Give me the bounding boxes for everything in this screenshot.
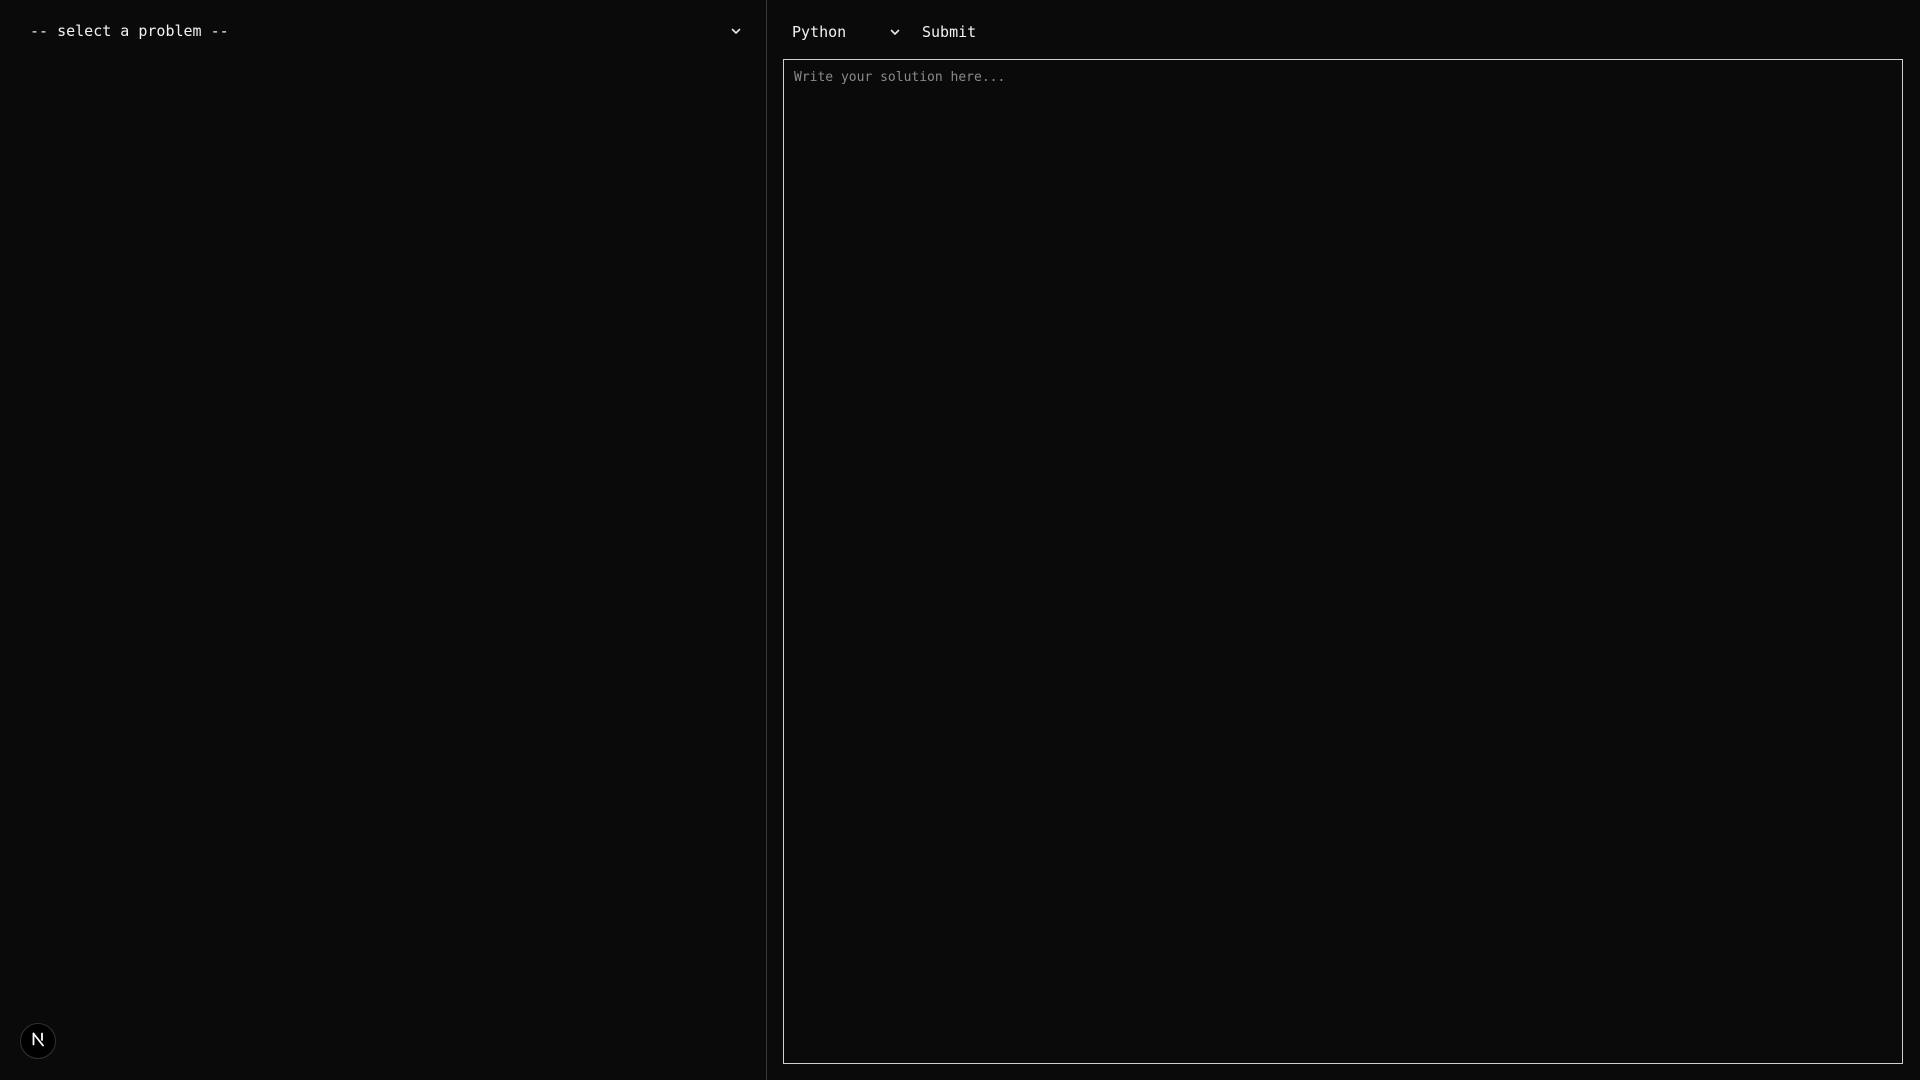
editor-pane: Python Submit [767, 0, 1920, 1080]
editor-toolbar: Python Submit [780, 14, 980, 50]
language-select-value: Python [792, 23, 847, 41]
chevron-down-icon [888, 25, 902, 39]
problem-select-value: -- select a problem -- [30, 22, 229, 40]
nextjs-dev-indicator-button[interactable] [20, 1023, 56, 1059]
problem-select[interactable]: -- select a problem -- [18, 14, 753, 48]
language-select[interactable]: Python [780, 14, 906, 50]
app-root: -- select a problem -- Python Submit Wri… [0, 0, 1920, 1080]
problem-pane: -- select a problem -- [0, 0, 767, 1080]
submit-button[interactable]: Submit [918, 14, 980, 50]
solution-editor[interactable] [783, 59, 1903, 1064]
nextjs-logo-icon [29, 1030, 47, 1052]
chevron-down-icon [729, 24, 743, 38]
